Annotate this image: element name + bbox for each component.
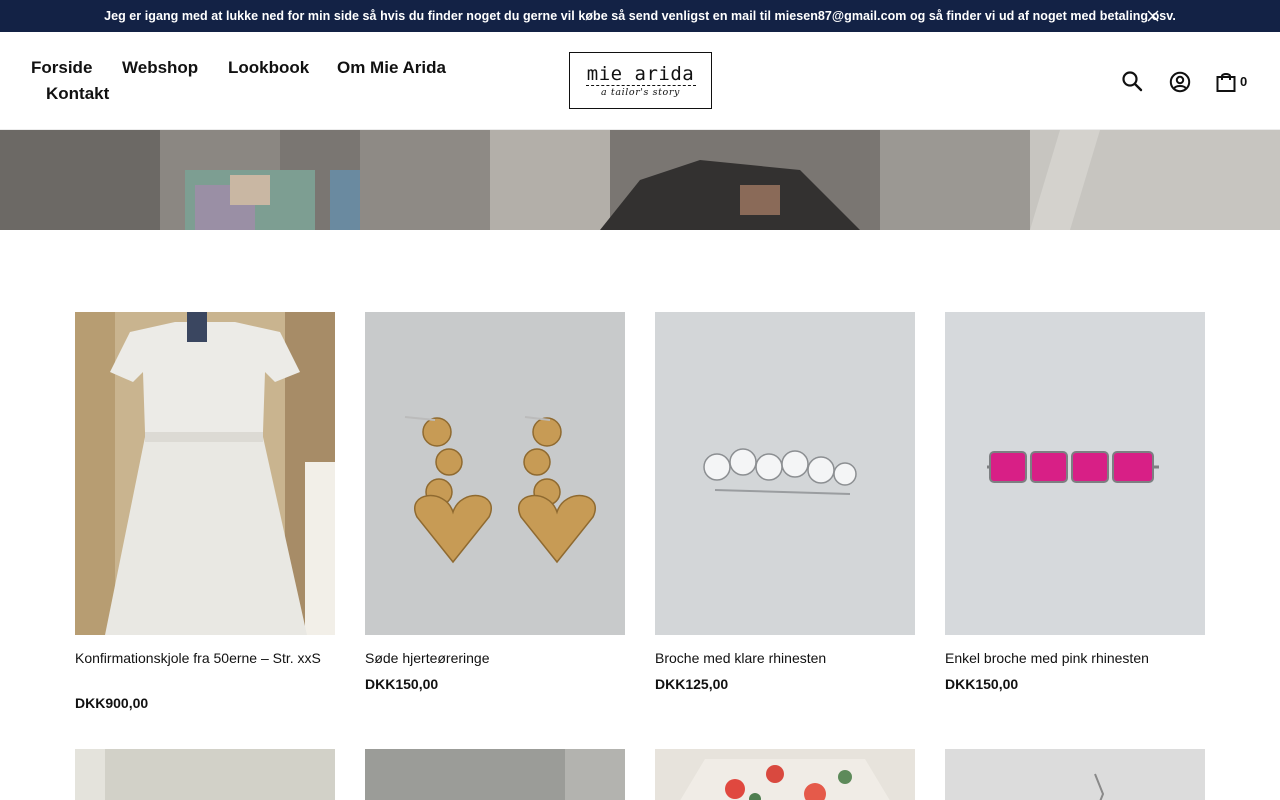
product-image[interactable] [655,312,915,635]
cart-count: 0 [1240,74,1248,89]
product-image[interactable] [75,312,335,635]
announcement-text: Jeg er igang med at lukke ned for min si… [104,9,1176,23]
logo-title: mie arida [586,62,695,85]
product-price: DKK125,00 [655,676,729,692]
logo-tagline: a tailor's story [601,86,680,98]
product-price: DKK900,00 [75,695,149,711]
product-image[interactable] [945,749,1205,800]
user-icon[interactable] [1169,71,1191,93]
product-name[interactable]: Enkel broche med pink rhinesten [945,648,1195,668]
shopping-bag-icon[interactable] [1216,71,1236,93]
product-image[interactable] [945,312,1205,635]
product-image[interactable] [75,749,335,800]
product-image[interactable] [365,749,625,800]
hero-banner [0,130,1280,230]
nav-item-lookbook[interactable]: Lookbook [228,58,309,78]
nav-item-webshop[interactable]: Webshop [122,58,198,78]
logo-divider [585,84,696,86]
hero-image [0,130,1280,230]
nav-item-kontakt[interactable]: Kontakt [46,84,109,104]
nav-item-om-mie-arida[interactable]: Om Mie Arida [337,58,446,78]
site-logo[interactable]: mie arida a tailor's story [569,52,712,109]
product-price: DKK150,00 [365,676,439,692]
product-image[interactable] [365,312,625,635]
announcement-bar: Jeg er igang med at lukke ned for min si… [0,0,1280,32]
product-name[interactable]: Søde hjerteøreringe [365,648,615,668]
product-name[interactable]: Broche med klare rhinesten [655,648,905,668]
search-icon[interactable] [1121,70,1143,92]
product-price: DKK150,00 [945,676,1019,692]
site-header: Forside Webshop Lookbook Om Mie Arida Ko… [0,32,1280,130]
nav-item-forside[interactable]: Forside [31,58,92,78]
product-image[interactable] [655,749,915,800]
product-name[interactable]: Konfirmationskjole fra 50erne – Str. xxS [75,648,325,668]
close-icon[interactable] [1146,9,1160,23]
